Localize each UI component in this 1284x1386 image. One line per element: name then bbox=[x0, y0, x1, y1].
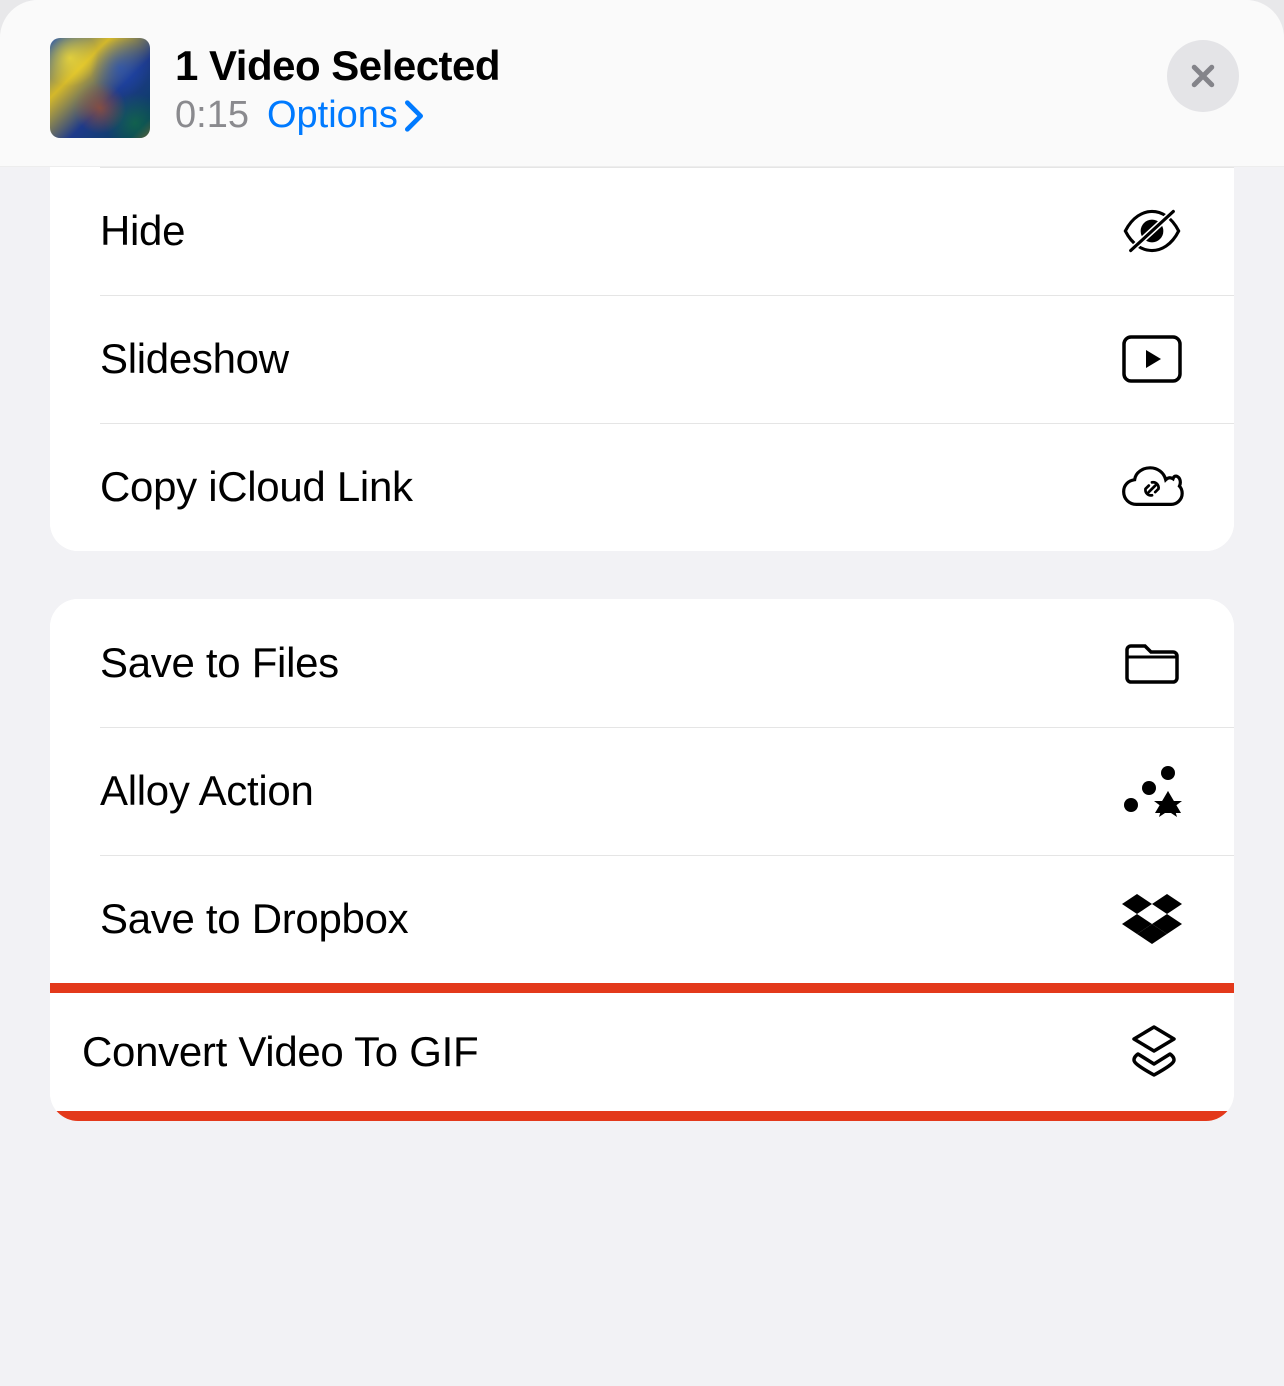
eye-slash-icon bbox=[1120, 199, 1184, 263]
action-label: Convert Video To GIF bbox=[82, 1028, 478, 1076]
play-rect-icon bbox=[1120, 327, 1184, 391]
action-label: Alloy Action bbox=[100, 767, 314, 815]
shortcuts-icon bbox=[1122, 1020, 1186, 1084]
action-hide[interactable]: Hide bbox=[50, 167, 1234, 295]
sheet-header: 1 Video Selected 0:15 Options bbox=[0, 0, 1284, 167]
action-group-1: Duplicate Hide bbox=[50, 167, 1234, 551]
action-label: Slideshow bbox=[100, 335, 289, 383]
folder-icon bbox=[1120, 631, 1184, 695]
action-label: Save to Dropbox bbox=[100, 895, 408, 943]
options-button[interactable]: Options bbox=[267, 94, 424, 137]
action-convert-video-to-gif[interactable]: Convert Video To GIF bbox=[50, 993, 1234, 1111]
options-label: Options bbox=[267, 94, 398, 137]
cloud-link-icon bbox=[1120, 455, 1184, 519]
alloy-icon bbox=[1120, 759, 1184, 823]
action-slideshow[interactable]: Slideshow bbox=[50, 295, 1234, 423]
action-save-to-dropbox[interactable]: Save to Dropbox bbox=[50, 855, 1234, 983]
close-button[interactable] bbox=[1167, 40, 1239, 112]
share-sheet: 1 Video Selected 0:15 Options bbox=[0, 0, 1284, 1386]
header-left: 1 Video Selected 0:15 Options bbox=[50, 38, 500, 138]
actions-scroll-area[interactable]: Duplicate Hide bbox=[0, 167, 1284, 1375]
action-alloy[interactable]: Alloy Action bbox=[50, 727, 1234, 855]
action-label: Copy iCloud Link bbox=[100, 463, 413, 511]
highlight-annotation: Convert Video To GIF bbox=[50, 983, 1234, 1121]
action-save-to-files[interactable]: Save to Files bbox=[50, 599, 1234, 727]
sheet-title: 1 Video Selected bbox=[175, 42, 500, 90]
action-label: Save to Files bbox=[100, 639, 339, 687]
close-icon bbox=[1188, 61, 1218, 91]
header-text: 1 Video Selected 0:15 Options bbox=[175, 38, 500, 137]
action-label: Hide bbox=[100, 207, 185, 255]
dropbox-icon bbox=[1120, 887, 1184, 951]
action-group-2: Save to Files Alloy Action bbox=[50, 599, 1234, 1121]
chevron-right-icon bbox=[404, 100, 424, 132]
subtitle-row: 0:15 Options bbox=[175, 94, 500, 137]
video-duration: 0:15 bbox=[175, 94, 249, 137]
video-thumbnail bbox=[50, 38, 150, 138]
action-copy-icloud-link[interactable]: Copy iCloud Link bbox=[50, 423, 1234, 551]
